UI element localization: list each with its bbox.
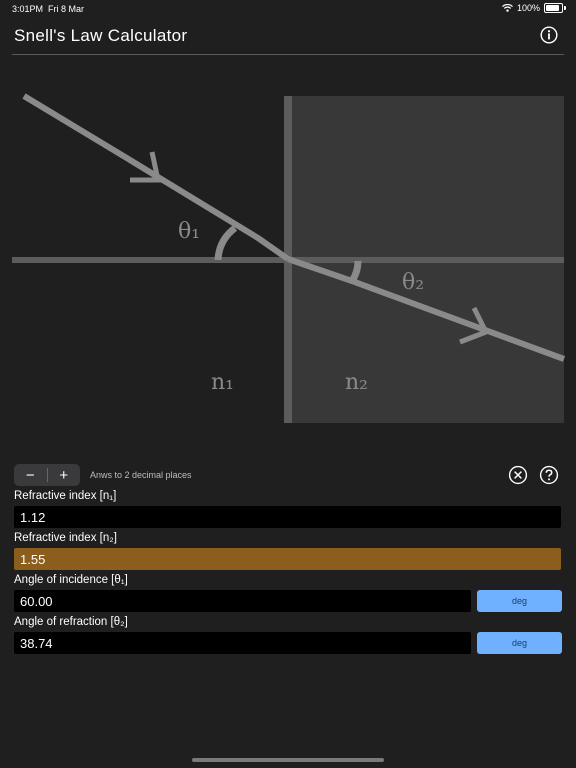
- n1-input[interactable]: [14, 506, 561, 528]
- refraction-field-label: Angle of refraction [θ₂]: [14, 616, 128, 628]
- status-right: 100%: [502, 3, 566, 13]
- increment-button[interactable]: +: [47, 464, 80, 486]
- clear-icon[interactable]: [508, 465, 528, 485]
- time-text: 3:01PM: [12, 4, 44, 14]
- refraction-unit-button[interactable]: deg: [477, 632, 562, 654]
- nav-header: Snell's Law Calculator: [12, 22, 564, 55]
- battery-icon: [544, 3, 563, 13]
- wifi-icon: [502, 4, 513, 12]
- incidence-input[interactable]: [14, 590, 471, 612]
- controls-row: − + Anws to 2 decimal places: [14, 464, 562, 486]
- n2-field-label: Refractive index [n₂]: [14, 532, 117, 544]
- page-title: Snell's Law Calculator: [14, 26, 188, 45]
- decrement-button[interactable]: −: [14, 464, 47, 486]
- refraction-diagram: θ₁ θ₂ n₁ n₂: [12, 93, 566, 423]
- theta1-arc: [214, 225, 238, 261]
- refraction-input[interactable]: [14, 632, 471, 654]
- status-bar: 3:01PM Fri 8 Mar 100%: [0, 0, 576, 18]
- n2-input[interactable]: [14, 548, 561, 570]
- incidence-unit-button[interactable]: deg: [477, 590, 562, 612]
- theta1-label: θ₁: [178, 219, 200, 244]
- incidence-field-label: Angle of incidence [θ₁]: [14, 574, 128, 586]
- status-time: 3:01PM Fri 8 Mar: [12, 4, 84, 14]
- theta2-label: θ₂: [402, 270, 424, 295]
- n1-label: n₁: [211, 370, 234, 395]
- precision-stepper[interactable]: − +: [14, 464, 80, 486]
- home-indicator[interactable]: [192, 758, 384, 762]
- battery-tip: [564, 6, 566, 10]
- help-icon[interactable]: [539, 465, 559, 485]
- precision-label: Anws to 2 decimal places: [90, 470, 192, 480]
- n2-label: n₂: [345, 370, 368, 395]
- date-text: Fri 8 Mar: [48, 4, 85, 14]
- battery-percent: 100%: [516, 3, 540, 13]
- n1-field-label: Refractive index [n₁]: [14, 490, 117, 502]
- info-icon[interactable]: [540, 26, 558, 44]
